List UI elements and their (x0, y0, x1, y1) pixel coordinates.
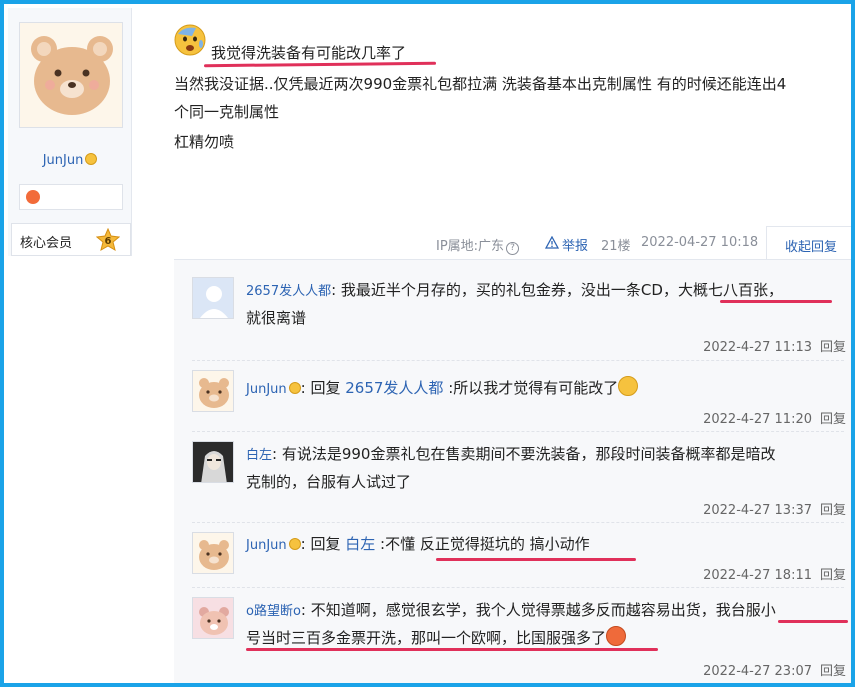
reply-time: 2022-4-27 13:37 (703, 503, 812, 518)
reply-content: JunJun: 回复 2657发人人都 :所以我才觉得有可能改了 (246, 375, 846, 403)
reply-text: :不懂 (380, 535, 420, 553)
smile-emoji-icon (288, 538, 301, 550)
reply-content: o路望断o: 不知道啊，感觉很玄学，我个人觉得票越多反而越容易出货，我台服小 号… (246, 601, 776, 647)
reply-meta: 2022-4-27 23:07 回复 (703, 660, 846, 679)
reply-divider (192, 522, 844, 523)
post-title: 我觉得洗装备有可能改几率了 (211, 44, 407, 62)
screenshot-frame: JunJun 核心会员 6 我觉得洗装备有可能改几率了 当然我没证据..仅凭最近… (0, 0, 855, 687)
collapse-replies-label[interactable]: 收起回复 (785, 236, 837, 255)
author-avatar[interactable] (19, 22, 123, 128)
reply-username[interactable]: 白左 (246, 448, 272, 463)
reply-username[interactable]: JunJun (246, 382, 287, 397)
highlight-underline (436, 558, 636, 561)
reply-divider (192, 587, 844, 588)
reply-time: 2022-4-27 18:11 (703, 568, 812, 583)
reply-avatar[interactable] (192, 277, 234, 319)
reply-highlight-text: 大概七八百张， (677, 281, 783, 299)
post-body-line-2: 个同一克制属性 (174, 103, 280, 121)
reply-divider (192, 431, 844, 432)
member-level-number: 6 (105, 236, 112, 247)
author-badge-box (19, 184, 123, 210)
reply-prefix: 回复 (310, 379, 341, 397)
highlight-underline (720, 300, 832, 303)
reply-username[interactable]: JunJun (246, 538, 287, 553)
reply-button[interactable]: 回复 (820, 340, 846, 355)
reply-to-user-link[interactable]: 白左 (345, 535, 375, 553)
help-icon[interactable]: ? (506, 242, 520, 255)
reply-divider (192, 360, 844, 361)
reply-prefix: 回复 (310, 535, 341, 553)
reply-highlight-text: 反正觉得挺坑的 搞小动作 (419, 535, 590, 553)
member-level-badge-icon: 6 (96, 228, 120, 252)
reply-button[interactable]: 回复 (820, 664, 846, 679)
reply-text: :所以我才觉得有可能改了 (448, 379, 619, 397)
fire-icon (26, 190, 40, 204)
collapse-replies-tab[interactable]: 收起回复 (766, 226, 851, 260)
reply-time: 2022-4-27 23:07 (703, 664, 812, 679)
reply-time: 2022-4-27 11:13 (703, 340, 812, 355)
worried-emoji-icon (174, 24, 206, 56)
author-name[interactable]: JunJun (8, 153, 132, 168)
reply-avatar[interactable] (192, 441, 234, 483)
reply-text-line2: 号当时三百多金票开洗，那叫一个欧啊，比国服强多了 (246, 629, 607, 647)
reply-meta: 2022-4-27 11:13 回复 (703, 336, 846, 355)
reply-username[interactable]: 2657发人人都 (246, 284, 331, 299)
sweat-emoji-icon (618, 376, 639, 396)
ip-location: IP属地:广东? (436, 235, 520, 255)
reply-username[interactable]: o路望断o (246, 604, 301, 619)
reply-text: 不知道啊，感觉很玄学，我个人觉得票越多反而越容易出货，我台服小 (310, 601, 776, 619)
reply-content: JunJun: 回复 白左 :不懂 反正觉得挺坑的 搞小动作 (246, 535, 590, 553)
reply-avatar[interactable] (192, 532, 234, 574)
highlight-underline (246, 648, 658, 651)
post-body-line-1: 当然我没证据..仅凭最近两次990金票礼包都拉满 洗装备基本出克制属性 有的时候… (174, 75, 787, 93)
reply-list: 2657发人人都: 我最近半个月存的，买的礼包金券，没出一条CD，大概七八百张，… (174, 259, 851, 683)
ip-location-text: IP属地:广东 (436, 239, 505, 254)
reply-meta: 2022-4-27 11:20 回复 (703, 408, 846, 427)
angry-emoji-icon (606, 626, 627, 646)
post-body-line-3: 杠精勿喷 (174, 133, 235, 151)
reply-to-user-link[interactable]: 2657发人人都 (345, 379, 443, 397)
report-warning-icon[interactable] (545, 236, 559, 249)
reply-meta: 2022-4-27 18:11 回复 (703, 564, 846, 583)
post-timestamp: 2022-04-27 10:18 (641, 235, 759, 250)
smile-emoji-icon (85, 153, 98, 165)
reply-avatar[interactable] (192, 597, 234, 639)
member-label: 核心会员 (20, 236, 73, 251)
floor-number: 21楼 (601, 239, 631, 254)
author-name-link[interactable]: JunJun (43, 153, 84, 168)
smile-emoji-icon (288, 382, 301, 394)
reply-time: 2022-4-27 11:20 (703, 412, 812, 427)
reply-content: 2657发人人都: 我最近半个月存的，买的礼包金券，没出一条CD，大概七八百张，… (246, 281, 783, 327)
reply-text-line2: 克制的，台服有人试过了 (246, 473, 412, 491)
reply-text: 我最近半个月存的，买的礼包金券，没出一条CD， (340, 281, 678, 299)
member-level-box[interactable]: 核心会员 6 (11, 223, 131, 256)
reply-button[interactable]: 回复 (820, 412, 846, 427)
reply-content: 白左: 有说法是990金票礼包在售卖期间不要洗装备，那段时间装备概率都是暗改 克… (246, 445, 776, 491)
author-panel: JunJun 核心会员 6 (8, 8, 132, 256)
reply-button[interactable]: 回复 (820, 568, 846, 583)
reply-button[interactable]: 回复 (820, 503, 846, 518)
reply-meta: 2022-4-27 13:37 回复 (703, 499, 846, 518)
reply-avatar[interactable] (192, 370, 234, 412)
reply-text: 有说法是990金票礼包在售卖期间不要洗装备，那段时间装备概率都是暗改 (281, 445, 776, 463)
report-link[interactable]: 举报 (562, 235, 588, 254)
reply-text-line2: 就很离谱 (246, 309, 307, 327)
highlight-underline (778, 620, 848, 623)
